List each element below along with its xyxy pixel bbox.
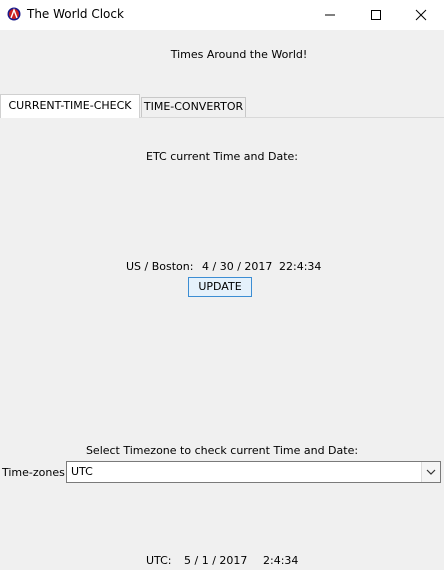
current-time-heading: ETC current Time and Date: <box>146 150 298 163</box>
timezone-heading: Select Timezone to check current Time an… <box>85 444 359 457</box>
minimize-icon <box>325 14 335 16</box>
header-title: Times Around the World! <box>170 48 308 61</box>
tab-divider <box>140 117 444 118</box>
current-date: 4 / 30 / 2017 <box>202 260 273 273</box>
timezone-dropdown-button[interactable] <box>421 462 440 482</box>
close-button[interactable] <box>398 0 444 30</box>
tab-current-time-check[interactable]: CURRENT-TIME-CHECK <box>0 94 140 118</box>
result-date: 5 / 1 / 2017 <box>184 554 248 567</box>
chevron-down-icon <box>426 469 436 475</box>
window-title: The World Clock <box>27 7 124 21</box>
timezone-select[interactable]: UTC <box>66 461 441 483</box>
result-time: 2:4:34 <box>263 554 299 567</box>
title-bar: The World Clock <box>0 0 444 30</box>
minimize-button[interactable] <box>307 0 353 30</box>
maximize-button[interactable] <box>353 0 399 30</box>
tab-time-convertor[interactable]: TIME-CONVERTOR <box>141 97 246 117</box>
current-time: 22:4:34 <box>279 260 322 273</box>
timezone-selected-value: UTC <box>71 465 93 478</box>
update-button[interactable]: UPDATE <box>188 277 252 297</box>
close-icon <box>415 9 427 21</box>
app-clock-icon <box>7 7 21 21</box>
location-label: US / Boston: <box>126 260 194 273</box>
maximize-icon <box>371 10 381 20</box>
timezone-label: Time-zones <box>2 466 65 479</box>
result-label: UTC: <box>146 554 172 567</box>
